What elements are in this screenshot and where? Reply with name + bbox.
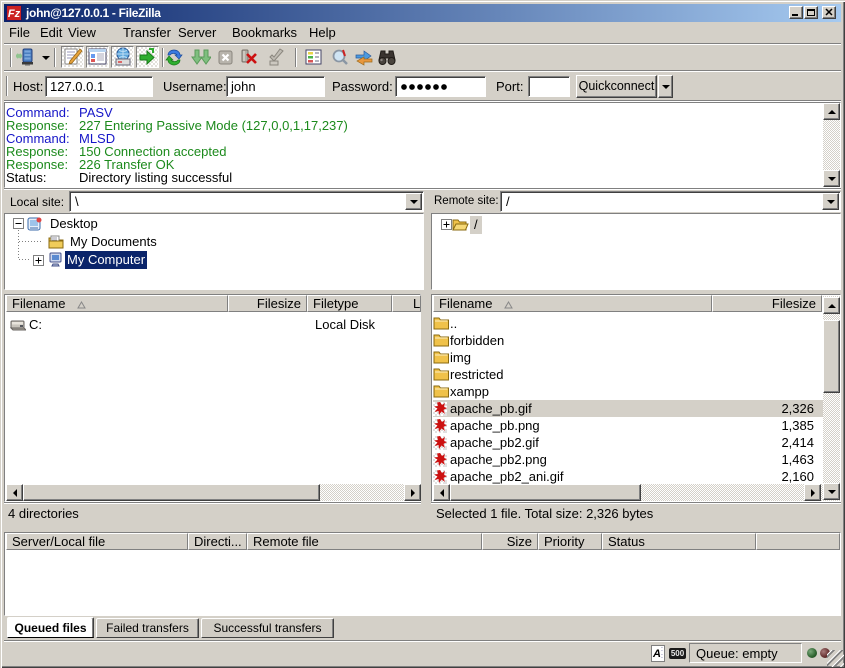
svg-text:Fz: Fz bbox=[8, 8, 21, 20]
